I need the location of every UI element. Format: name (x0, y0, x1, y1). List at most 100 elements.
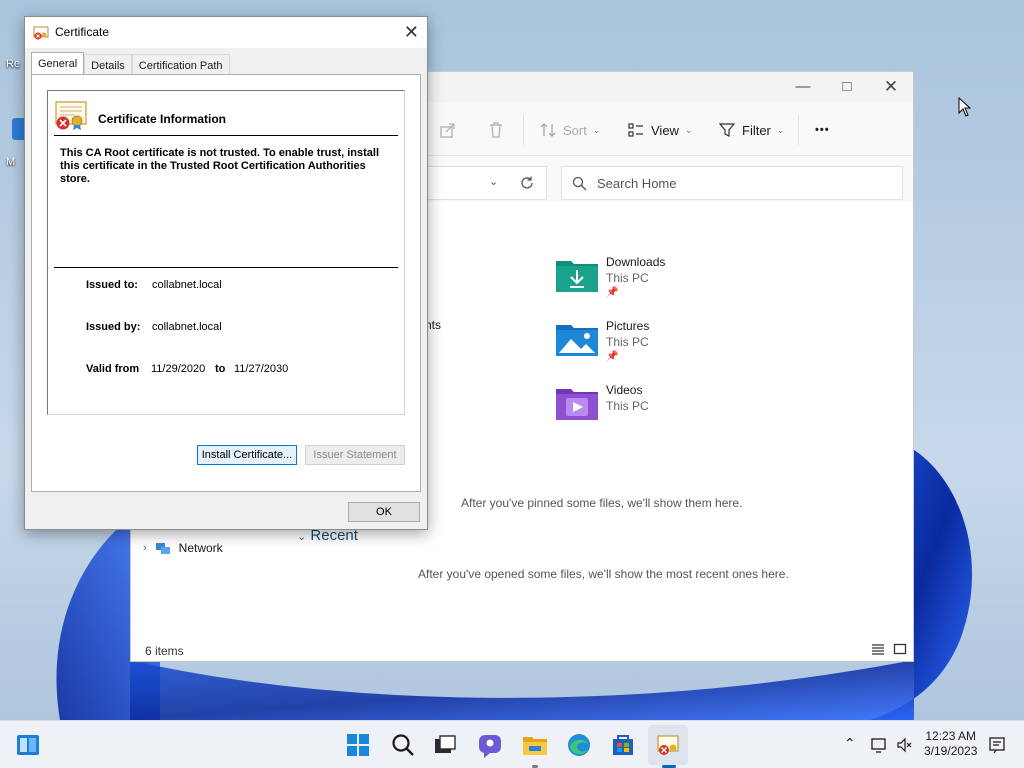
sort-label: Sort (563, 122, 587, 138)
share-icon (440, 123, 455, 138)
nav-item-network[interactable]: › Network (143, 540, 223, 556)
close-icon[interactable]: ✕ (404, 21, 419, 43)
toolbar-separator (523, 115, 524, 145)
item-location: This PC (606, 399, 649, 413)
minimize-button[interactable]: — (783, 76, 823, 100)
refresh-icon[interactable] (519, 175, 535, 191)
issued-to-value: collabnet.local (152, 279, 222, 291)
toolbar-separator (798, 115, 799, 145)
valid-to-label: to (215, 363, 226, 375)
chevron-down-icon: ⌄ (776, 124, 785, 135)
search-icon (572, 176, 587, 190)
view-icon (628, 123, 643, 137)
item-location: This PC (606, 335, 649, 349)
delete-button[interactable] (487, 119, 505, 141)
tab-general[interactable]: General (31, 52, 85, 76)
quick-access-item-videos[interactable]: Videos This PC (555, 383, 755, 433)
downloads-folder-icon (556, 261, 598, 292)
divider (54, 267, 398, 268)
favorites-empty-message: After you've pinned some files, we'll sh… (461, 496, 743, 510)
search-placeholder: Search Home (597, 175, 677, 191)
status-item-count: 6 items (145, 644, 184, 658)
chevron-down-icon: ⌄ (684, 124, 693, 135)
tab-certification-path[interactable]: Certification Path (131, 54, 230, 76)
store-icon[interactable] (609, 731, 637, 759)
issued-to-label: Issued to: (86, 279, 138, 291)
chevron-down-icon[interactable]: ⌄ (489, 175, 498, 188)
pin-icon: 📌 (606, 287, 619, 298)
item-name: Downloads (606, 255, 666, 269)
recent-empty-message: After you've opened some files, we'll sh… (418, 567, 789, 581)
chevron-down-icon: ⌄ (592, 124, 601, 135)
certificate-untrusted-icon (55, 101, 87, 130)
issuer-statement-button[interactable]: Issuer Statement (305, 445, 405, 465)
file-explorer-icon[interactable] (521, 731, 549, 759)
issued-by-label: Issued by: (86, 321, 141, 333)
address-bar[interactable]: ⌄ (427, 166, 547, 200)
quick-access-item-pictures[interactable]: Pictures This PC 📌 (555, 319, 755, 369)
chevron-down-icon: ⌄ (297, 531, 307, 543)
notification-icon[interactable] (988, 736, 1006, 754)
search-box[interactable]: Search Home (561, 166, 903, 200)
network-icon (155, 543, 170, 554)
taskbar: ⌃ 12:23 AM 3/19/2023 (0, 720, 1024, 768)
chevron-right-icon[interactable]: › (143, 542, 147, 554)
pictures-folder-icon (556, 325, 598, 356)
valid-from-value: 11/29/2020 (151, 363, 206, 375)
general-tab-panel: Certificate Information This CA Root cer… (31, 74, 421, 492)
desktop-icon-label[interactable]: M (6, 156, 15, 168)
network-label: Network (178, 541, 223, 555)
certificate-tabs: General Details Certification Path (31, 52, 230, 76)
certificate-icon (33, 26, 49, 40)
divider (54, 135, 398, 136)
certificate-dialog: Certificate ✕ General Details Certificat… (24, 16, 428, 530)
task-view-icon[interactable] (431, 731, 459, 759)
chat-icon[interactable] (476, 731, 504, 759)
details-view-icon[interactable] (871, 642, 885, 656)
network-status-icon[interactable] (870, 736, 888, 754)
item-name: Videos (606, 383, 643, 397)
trash-icon (490, 122, 502, 138)
volume-muted-icon[interactable] (896, 736, 914, 754)
issued-by-value: collabnet.local (152, 321, 222, 333)
maximize-button[interactable]: □ (827, 76, 867, 100)
start-icon[interactable] (344, 731, 372, 759)
ok-button[interactable]: OK (348, 502, 420, 522)
clock-date: 3/19/2023 (924, 744, 978, 758)
item-location: This PC (606, 271, 649, 285)
share-button[interactable] (439, 119, 457, 141)
certificate-info-heading: Certificate Information (98, 112, 227, 126)
sort-icon (540, 123, 556, 137)
search-icon[interactable] (389, 731, 417, 759)
desktop-icon-label[interactable]: Re (6, 58, 20, 70)
tab-details[interactable]: Details (84, 54, 132, 76)
trust-warning-text: This CA Root certificate is not trusted.… (60, 147, 380, 185)
show-hidden-icons-chevron-up-icon[interactable]: ⌃ (844, 735, 856, 752)
certificate-titlebar: Certificate ✕ (25, 17, 427, 48)
clock-time: 12:23 AM (925, 729, 977, 743)
large-icons-view-icon[interactable] (893, 642, 907, 656)
close-button[interactable]: ✕ (871, 76, 911, 100)
certificate-app-icon[interactable] (654, 731, 682, 759)
valid-to-value: 11/27/2030 (234, 363, 289, 375)
edge-browser-icon[interactable] (565, 731, 593, 759)
view-toggle (871, 642, 907, 656)
install-certificate-button[interactable]: Install Certificate... (197, 445, 297, 465)
certificate-window-title: Certificate (55, 25, 110, 39)
item-name: Pictures (606, 319, 650, 333)
view-label: View (651, 122, 679, 138)
filter-button[interactable]: Filter ⌄ (718, 119, 784, 141)
valid-from-label: Valid from (86, 363, 140, 375)
mouse-cursor-icon (958, 97, 972, 117)
pin-icon: 📌 (606, 351, 619, 362)
system-clock[interactable]: 12:23 AM 3/19/2023 (924, 729, 977, 759)
filter-label: Filter (742, 122, 771, 138)
certificate-info-box: Certificate Information This CA Root cer… (47, 90, 405, 415)
quick-access-item-downloads[interactable]: Downloads This PC 📌 (555, 255, 755, 305)
more-options-button[interactable]: ••• (815, 119, 830, 141)
sort-button[interactable]: Sort ⌄ (539, 119, 600, 141)
filter-icon (718, 123, 736, 137)
view-button[interactable]: View ⌄ (627, 119, 693, 141)
widgets-icon[interactable] (14, 731, 42, 759)
videos-folder-icon (556, 389, 598, 420)
